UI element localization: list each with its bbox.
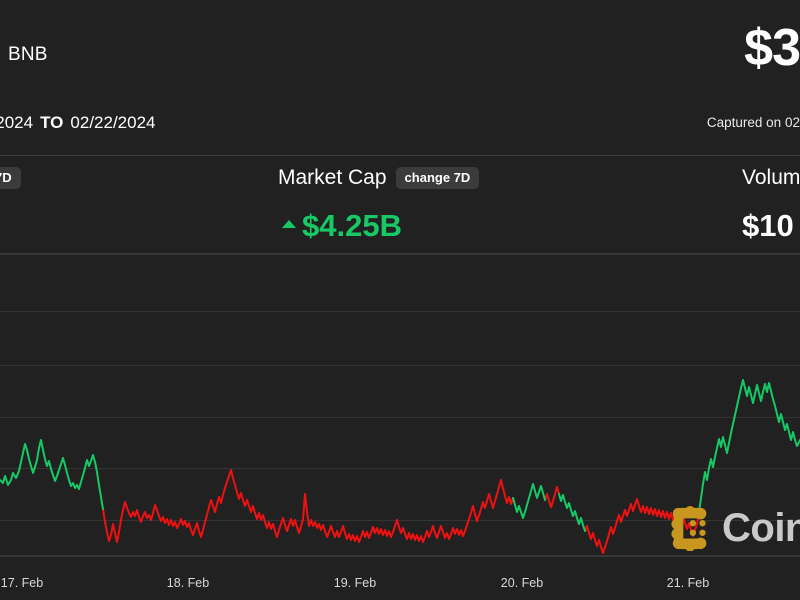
stat-volume-head: Volume [742, 156, 800, 200]
stat-price-badge: change 7D [0, 167, 21, 189]
triangle-up-icon [282, 220, 296, 228]
price-segment-up [0, 440, 103, 509]
stat-market-cap-value: $4.25B [302, 208, 402, 244]
x-axis-tick: 19. Feb [334, 576, 376, 590]
chart-x-axis: 17. Feb 18. Feb 19. Feb 20. Feb 21. Feb [0, 556, 800, 600]
stats-row: Price change 7D Market Cap change 7D $4.… [0, 156, 800, 253]
stat-price: Price change 7D [0, 156, 21, 253]
price-segment-down [103, 470, 513, 542]
stat-market-cap-label: Market Cap [278, 166, 387, 190]
stat-volume-label: Volume [742, 166, 800, 190]
stat-market-cap-value-row: $4.25B [278, 208, 479, 244]
header: BNB $3 02/15/2024TO02/22/2024 Captured o… [0, 0, 800, 155]
date-range: 02/15/2024TO02/22/2024 [0, 113, 156, 133]
price-segment-up [559, 494, 585, 531]
chart-screenshot: BNB $3 02/15/2024TO02/22/2024 Captured o… [0, 0, 800, 600]
stat-volume-value: $10 [742, 208, 800, 244]
headline-price: $3 [744, 18, 800, 78]
captured-on-label: Captured on 02/22/2 [707, 115, 800, 130]
x-axis-tick: 20. Feb [501, 576, 543, 590]
stat-market-cap-badge: change 7D [396, 167, 480, 189]
price-chart [0, 254, 800, 556]
asset-name: BNB [8, 44, 48, 66]
stat-volume: Volume $10 [742, 156, 800, 253]
price-line-series [0, 254, 800, 556]
date-from: 02/15/2024 [0, 113, 33, 132]
stat-price-head: Price change 7D [0, 156, 21, 200]
stat-market-cap: Market Cap change 7D $4.25B [278, 156, 479, 253]
price-segment-up [513, 484, 545, 518]
price-segment-up [699, 380, 800, 512]
price-segment-down [545, 487, 559, 507]
x-axis-tick: 18. Feb [167, 576, 209, 590]
stat-market-cap-head: Market Cap change 7D [278, 156, 479, 200]
price-segment-down [585, 499, 699, 553]
x-axis-tick: 17. Feb [1, 576, 43, 590]
date-to: 02/22/2024 [70, 113, 155, 132]
date-range-separator: TO [33, 113, 70, 132]
x-axis-tick: 21. Feb [667, 576, 709, 590]
